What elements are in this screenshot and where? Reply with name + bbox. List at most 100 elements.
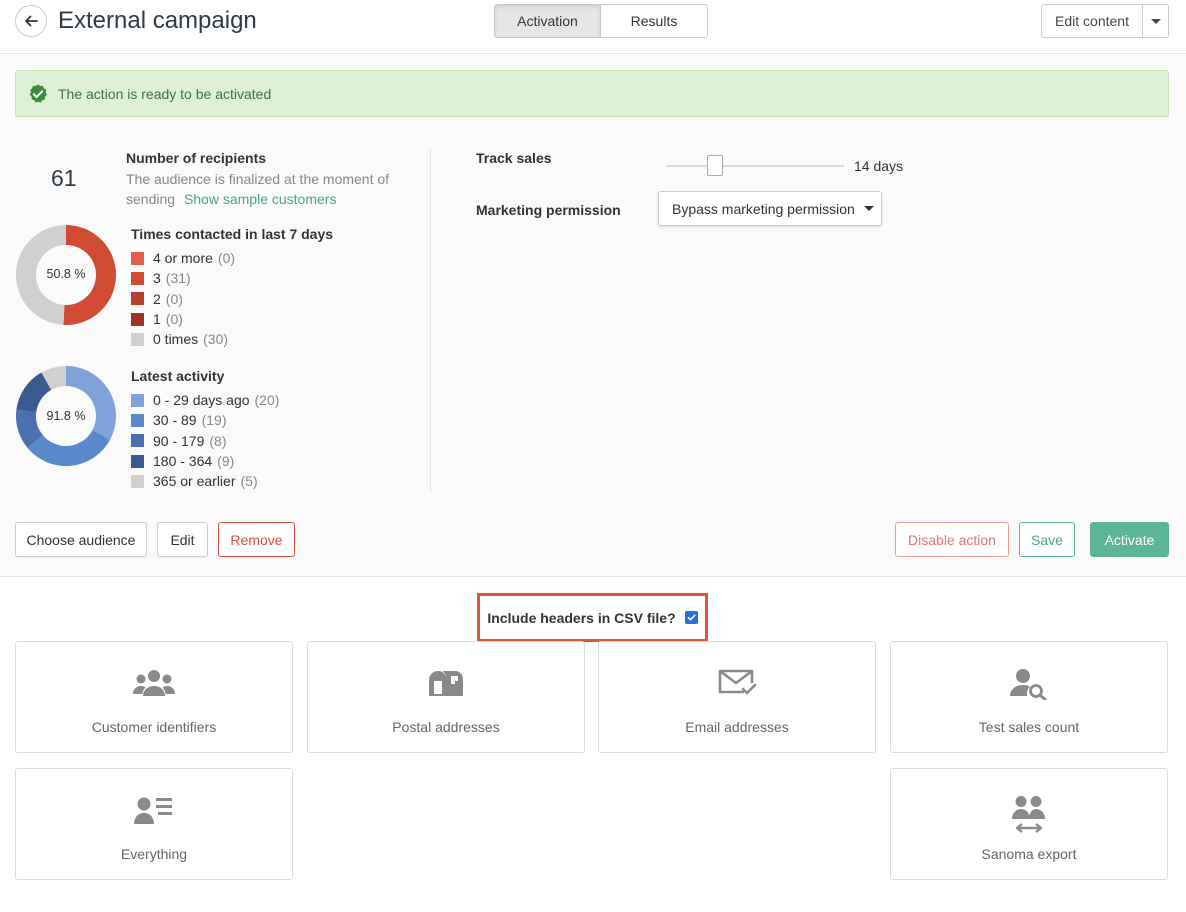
legend-swatch	[131, 332, 144, 346]
export-card-postal-addresses[interactable]: Postal addresses	[307, 641, 585, 753]
legend-count: (20)	[254, 392, 280, 409]
legend-label: 180 - 364	[153, 453, 213, 470]
legend-label: 2	[153, 290, 161, 307]
track-sales-slider-handle[interactable]	[707, 155, 723, 176]
legend-item: 0 - 29 days ago (20)	[131, 390, 279, 410]
export-card-email-addresses[interactable]: Email addresses	[598, 641, 876, 753]
legend-swatch	[131, 474, 144, 488]
tab-results[interactable]: Results	[601, 5, 707, 37]
legend-swatch	[131, 271, 144, 285]
legend-swatch	[131, 454, 144, 468]
disable-action-button[interactable]: Disable action	[895, 522, 1009, 557]
latest-activity-slice-0	[66, 366, 117, 440]
legend-item: 90 - 179 (8)	[131, 431, 279, 451]
users-transfer-icon	[1012, 796, 1045, 833]
edit-content-button[interactable]: Edit content	[1042, 5, 1143, 37]
show-sample-customers-link[interactable]: Show sample customers	[184, 191, 337, 207]
legend-swatch	[131, 413, 144, 427]
legend-swatch	[131, 312, 144, 326]
marketing-permission-selected: Bypass marketing permission	[672, 200, 855, 217]
marketing-permission-label: Marketing permission	[476, 202, 621, 218]
csv-headers-checkbox[interactable]	[684, 611, 698, 624]
activation-panel: The action is ready to be activated 61 N…	[0, 55, 1186, 577]
envelope-check-icon	[718, 669, 757, 695]
legend-label: 30 - 89	[153, 412, 197, 429]
legend-item: 2 (0)	[131, 289, 235, 309]
ready-alert: The action is ready to be activated	[15, 70, 1169, 117]
legend-item: 3 (31)	[131, 268, 235, 288]
legend-count: (0)	[165, 311, 183, 328]
page-title: External campaign	[58, 7, 257, 34]
legend-count: (5)	[240, 473, 258, 490]
mailbox-icon	[429, 671, 463, 696]
legend-item: 30 - 89 (19)	[131, 410, 279, 430]
legend-item: 180 - 364 (9)	[131, 451, 279, 471]
export-card-sanoma-export[interactable]: Sanoma export	[890, 768, 1168, 880]
legend-count: (0)	[217, 250, 236, 267]
column-divider	[430, 149, 431, 493]
legend-label: 90 - 179	[153, 432, 205, 449]
legend-swatch	[131, 434, 144, 448]
legend-count: (9)	[217, 453, 235, 470]
remove-button[interactable]: Remove	[218, 522, 295, 557]
csv-headers-option: Include headers in CSV file?	[477, 593, 708, 642]
chevron-down-icon	[1150, 18, 1161, 24]
view-tabs: Activation Results	[494, 4, 708, 38]
legend-label: 0 times	[153, 331, 199, 348]
header-bar: External campaign Activation Results Edi…	[0, 0, 1186, 54]
latest-activity-percent: 91.8 %	[46, 409, 86, 423]
tab-activation[interactable]: Activation	[495, 5, 601, 37]
back-button[interactable]	[15, 5, 47, 37]
times-contacted-title: Times contacted in last 7 days	[131, 226, 334, 242]
latest-activity-title: Latest activity	[131, 368, 225, 384]
users-icon	[133, 670, 175, 696]
track-sales-slider-track[interactable]	[666, 165, 844, 167]
marketing-permission-dropdown[interactable]: Bypass marketing permission	[658, 191, 882, 226]
edit-button[interactable]: Edit	[157, 522, 208, 557]
legend-item: 365 or earlier (5)	[131, 471, 279, 491]
card-label: Postal addresses	[392, 719, 500, 735]
track-sales-value: 14 days	[854, 158, 904, 174]
legend-label: 0 - 29 days ago	[153, 392, 250, 409]
export-card-everything[interactable]: Everything	[15, 768, 293, 880]
user-search-icon	[1010, 669, 1047, 700]
legend-item: 1 (0)	[131, 309, 235, 329]
legend-label: 365 or earlier	[153, 473, 236, 490]
legend-swatch	[131, 292, 144, 306]
arrow-left-icon	[25, 15, 38, 27]
chevron-down-icon	[863, 206, 874, 211]
card-label: Everything	[120, 846, 188, 862]
export-card-customer-identifiers[interactable]: Customer identifiers	[15, 641, 293, 753]
recipients-title: Number of recipients	[126, 150, 267, 166]
card-label: Test sales count	[978, 719, 1080, 735]
user-list-icon	[134, 797, 172, 824]
legend-count: (30)	[203, 331, 229, 348]
choose-audience-button[interactable]: Choose audience	[15, 522, 147, 557]
legend-item: 4 or more (0)	[131, 248, 235, 268]
csv-headers-label: Include headers in CSV file?	[487, 609, 676, 626]
latest-activity-legend: 0 - 29 days ago (20) 30 - 89 (19) 90 - 179 (8…	[131, 390, 279, 491]
legend-swatch	[131, 393, 144, 407]
legend-label: 3	[153, 270, 161, 287]
checkmark-icon	[687, 614, 696, 621]
alert-text: The action is ready to be activated	[58, 85, 272, 102]
times-contacted-legend: 4 or more (0) 3 (31) 2 (0) 1 (0) 0 times (30)	[131, 248, 235, 349]
activate-button[interactable]: Activate	[1090, 522, 1169, 557]
legend-count: (31)	[165, 270, 191, 287]
card-label: Sanoma export	[981, 846, 1077, 862]
legend-count: (8)	[209, 432, 227, 449]
times-contacted-percent: 50.8 %	[46, 267, 86, 281]
track-sales-label: Track sales	[476, 150, 552, 166]
edit-content-dropdown-toggle[interactable]	[1143, 5, 1168, 37]
legend-swatch	[131, 251, 144, 265]
legend-item: 0 times (30)	[131, 329, 235, 349]
verified-badge-icon	[29, 83, 47, 103]
save-button[interactable]: Save	[1019, 522, 1075, 557]
recipients-count: 61	[51, 165, 77, 191]
legend-label: 4 or more	[153, 250, 213, 267]
edit-content-group: Edit content	[1041, 4, 1169, 38]
card-label: Email addresses	[685, 719, 789, 735]
legend-label: 1	[153, 311, 161, 328]
export-card-test-sales-count[interactable]: Test sales count	[890, 641, 1168, 753]
legend-count: (0)	[165, 290, 183, 307]
